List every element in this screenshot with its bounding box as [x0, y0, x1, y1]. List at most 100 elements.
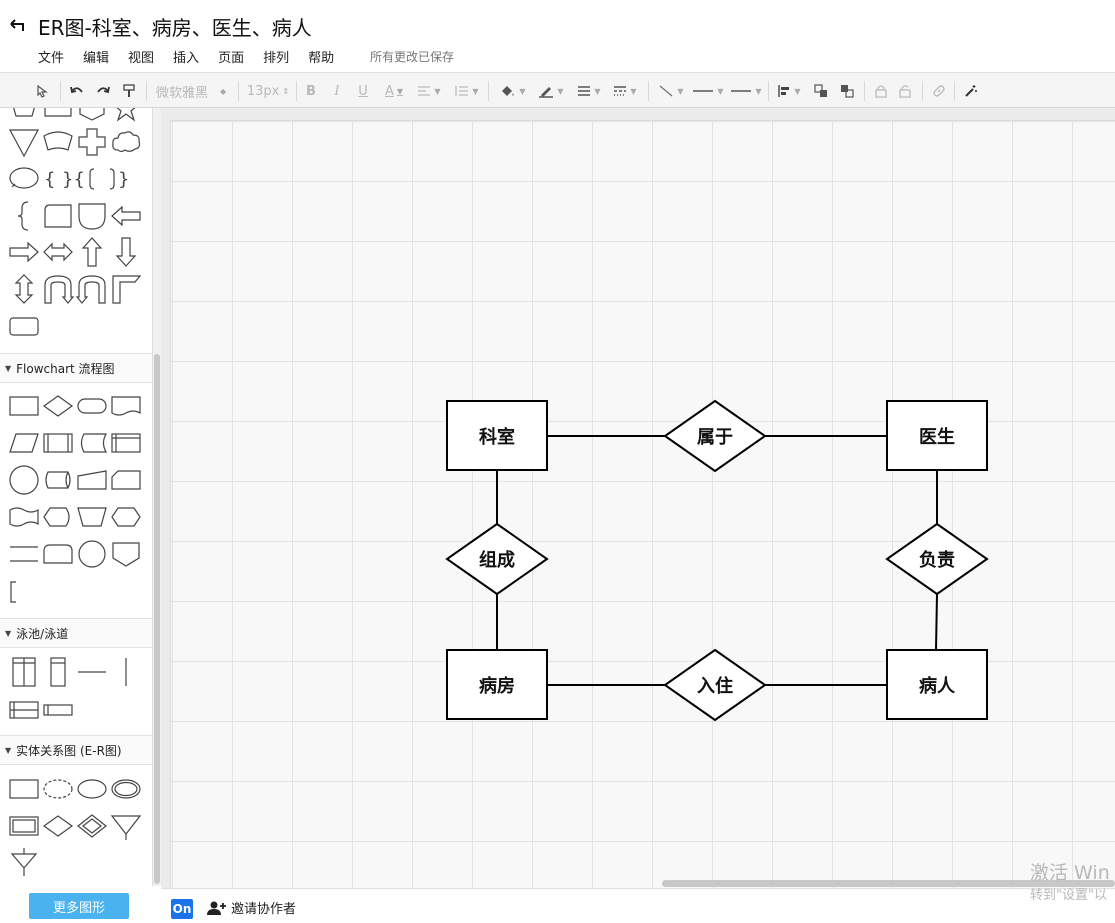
- invite-collaborator-button[interactable]: 邀请协作者: [207, 898, 296, 917]
- magic-wand-icon[interactable]: [960, 73, 982, 109]
- flow-off-page-connector[interactable]: [110, 538, 142, 570]
- flow-decision[interactable]: [42, 390, 74, 422]
- flow-preparation[interactable]: [110, 501, 142, 533]
- format-brush-icon[interactable]: [118, 73, 140, 109]
- fill-color-icon[interactable]: ▼: [496, 73, 530, 109]
- canvas-area[interactable]: 科室 医生 病房 病人 属于 组成 负责 入住: [161, 108, 1115, 888]
- shape-rounded-rectangle[interactable]: [8, 310, 40, 342]
- shape-tape[interactable]: [42, 108, 74, 124]
- lane-vertical[interactable]: [42, 656, 74, 688]
- er-identifying-relationship[interactable]: [76, 810, 108, 842]
- underline-button[interactable]: U: [352, 73, 374, 109]
- shape-cloud[interactable]: [110, 126, 142, 158]
- shape-right-arrow[interactable]: [8, 236, 40, 268]
- align-icon[interactable]: ▼: [774, 73, 804, 109]
- on-badge[interactable]: On: [171, 899, 193, 919]
- connector-type-icon[interactable]: ▼: [654, 73, 688, 109]
- shape-corner-arrow[interactable]: [110, 273, 142, 305]
- flow-predefined-process[interactable]: [42, 427, 74, 459]
- shape-star[interactable]: [110, 108, 142, 124]
- format-painter-clear-icon[interactable]: [32, 73, 52, 109]
- menu-arrange[interactable]: 排列: [263, 47, 289, 66]
- line-end-icon[interactable]: ▼: [728, 73, 764, 109]
- flow-parallel-mode[interactable]: [8, 538, 40, 570]
- shape-u-turn-arrow[interactable]: [42, 273, 75, 305]
- left-panel-scrollbar-thumb[interactable]: [154, 354, 160, 884]
- menu-file[interactable]: 文件: [38, 47, 64, 66]
- flow-stored-data[interactable]: [76, 427, 108, 459]
- menu-page[interactable]: 页面: [218, 47, 244, 66]
- separator-horizontal[interactable]: [76, 656, 108, 688]
- undo-icon[interactable]: [66, 73, 88, 109]
- er-relationship[interactable]: [42, 810, 74, 842]
- shape-card-curved[interactable]: [42, 126, 74, 158]
- flow-manual-input[interactable]: [76, 464, 108, 496]
- flow-punched-tape[interactable]: [8, 501, 40, 533]
- shape-cross[interactable]: [76, 126, 108, 158]
- list-icon[interactable]: ▼: [452, 73, 482, 109]
- menu-view[interactable]: 视图: [128, 47, 154, 66]
- left-panel-scrollbar[interactable]: [152, 108, 161, 886]
- edge-responsible-patient[interactable]: [935, 593, 938, 651]
- shape-u-turn-left-arrow[interactable]: [75, 273, 108, 305]
- flow-annotation[interactable]: [2, 576, 34, 608]
- send-to-back-icon[interactable]: [836, 73, 858, 109]
- shape-right-brace[interactable]: }: [112, 163, 144, 195]
- line-width-icon[interactable]: ▼: [572, 73, 606, 109]
- line-style-icon[interactable]: ▼: [608, 73, 642, 109]
- menu-insert[interactable]: 插入: [173, 47, 199, 66]
- flow-sequential-data[interactable]: [42, 464, 74, 496]
- er-attribute[interactable]: [76, 773, 108, 805]
- back-arrow-icon[interactable]: [6, 14, 26, 38]
- shape-left-brace-tall[interactable]: [8, 200, 40, 232]
- flow-data[interactable]: [8, 427, 40, 459]
- shape-down-arrow[interactable]: [110, 236, 142, 268]
- flow-connector[interactable]: [8, 464, 40, 496]
- flow-card[interactable]: [110, 464, 142, 496]
- flow-terminator[interactable]: [76, 390, 108, 422]
- lock-icon[interactable]: [870, 73, 892, 109]
- italic-button[interactable]: I: [326, 73, 348, 109]
- shape-double-arrow[interactable]: [42, 236, 74, 268]
- shape-vertical-double-arrow[interactable]: [8, 273, 40, 305]
- shape-leaf[interactable]: [76, 200, 108, 232]
- separator-vertical[interactable]: [110, 656, 142, 688]
- line-start-icon[interactable]: ▼: [690, 73, 726, 109]
- er-isa-alt[interactable]: [8, 846, 40, 878]
- flow-manual-operation[interactable]: [76, 501, 108, 533]
- er-entity[interactable]: [8, 773, 40, 805]
- text-align-icon[interactable]: ▼: [414, 73, 444, 109]
- flow-circle[interactable]: [76, 538, 108, 570]
- shape-left-arrow[interactable]: [110, 200, 142, 232]
- menu-help[interactable]: 帮助: [308, 47, 334, 66]
- document-title[interactable]: ER图-科室、病房、医生、病人: [38, 12, 312, 41]
- er-isa[interactable]: [110, 810, 142, 842]
- font-family-select[interactable]: 微软雅黑 ◆: [150, 73, 234, 109]
- section-pool-lane[interactable]: ▼ 泳池/泳道: [0, 618, 152, 648]
- shape-inverted-triangle[interactable]: [8, 126, 40, 158]
- flow-display[interactable]: [42, 501, 74, 533]
- er-multivalued-attribute[interactable]: [110, 773, 142, 805]
- font-size-select[interactable]: 13px ⇕: [244, 73, 292, 109]
- section-er-diagram[interactable]: ▼ 实体关系图 (E-R图): [0, 735, 152, 765]
- bring-to-front-icon[interactable]: [810, 73, 832, 109]
- flow-internal-storage[interactable]: [110, 427, 142, 459]
- bold-button[interactable]: B: [300, 73, 322, 109]
- pool-horizontal[interactable]: [8, 694, 40, 726]
- shape-rounded-card[interactable]: [42, 200, 74, 232]
- more-shapes-button[interactable]: 更多图形: [29, 893, 129, 919]
- section-flowchart[interactable]: ▼ Flowchart 流程图: [0, 353, 152, 383]
- flow-document[interactable]: [110, 390, 142, 422]
- shape-trapezoid[interactable]: [8, 108, 40, 124]
- er-derived-attribute[interactable]: [42, 773, 74, 805]
- unlock-icon[interactable]: [894, 73, 916, 109]
- pool-vertical[interactable]: [8, 656, 40, 688]
- flow-delay[interactable]: [42, 538, 74, 570]
- shape-pentagon[interactable]: [76, 108, 108, 124]
- font-color-button[interactable]: A ▼: [378, 73, 410, 109]
- flow-process[interactable]: [8, 390, 40, 422]
- link-icon[interactable]: [928, 73, 950, 109]
- shape-up-arrow[interactable]: [76, 236, 108, 268]
- lane-horizontal[interactable]: [42, 694, 74, 726]
- er-weak-entity[interactable]: [8, 810, 40, 842]
